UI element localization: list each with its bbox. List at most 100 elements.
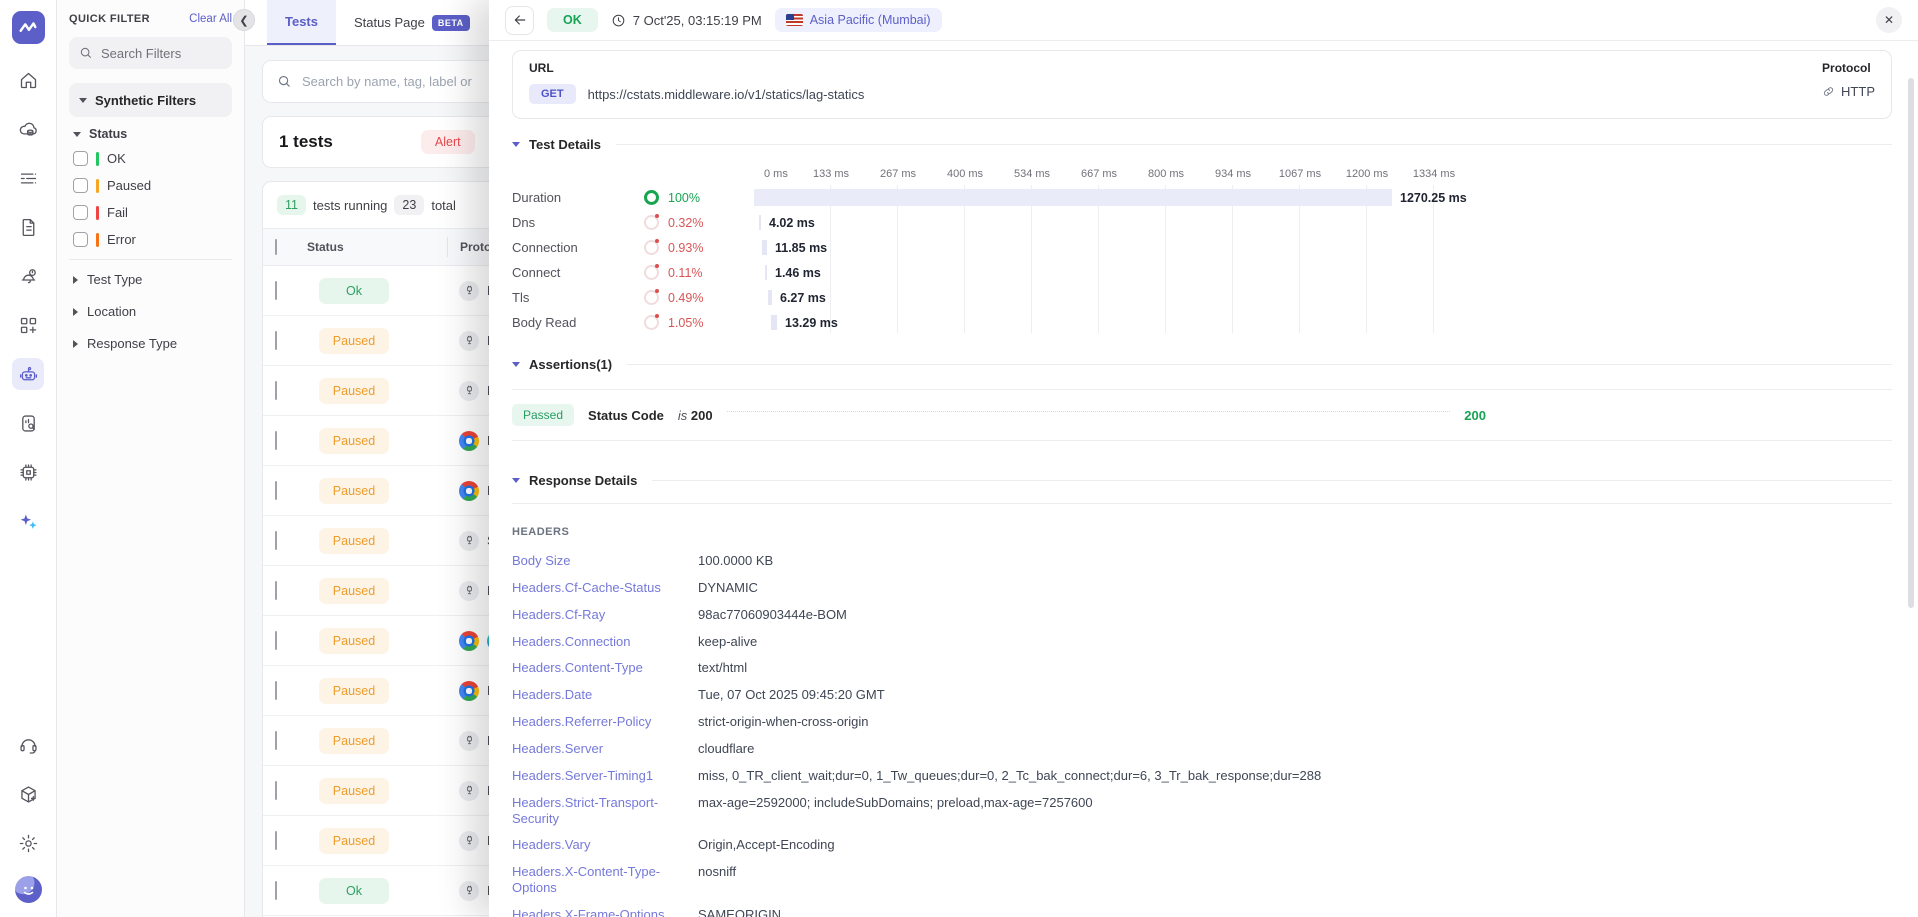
select-all-checkbox[interactable] xyxy=(275,239,277,255)
divider xyxy=(69,259,232,260)
header-key: Headers.Vary xyxy=(512,837,670,853)
header-value: cloudflare xyxy=(698,741,1892,757)
clear-all-link[interactable]: Clear All xyxy=(189,13,232,25)
checkbox[interactable] xyxy=(73,178,88,193)
synthetic-filters-toggle[interactable]: Synthetic Filters xyxy=(69,83,232,117)
metric-percent: 0.93% xyxy=(668,241,754,255)
cloud-cost-icon[interactable] xyxy=(12,113,44,145)
package-add-icon[interactable] xyxy=(12,778,44,810)
status-filter-option[interactable]: Error xyxy=(73,232,232,247)
api-protocol-icon xyxy=(459,731,479,751)
document-icon[interactable] xyxy=(12,211,44,243)
waterfall-row: Tls 0.49% 6.27 ms 6.27 ms xyxy=(512,285,1892,310)
beta-badge: BETA xyxy=(432,15,470,31)
axis-tick-label: 534 ms xyxy=(1014,168,1050,180)
filter-group-label: Response Type xyxy=(87,336,177,351)
header-value: keep-alive xyxy=(698,634,1892,650)
tab-status-page-label: Status Page xyxy=(354,15,425,30)
row-checkbox[interactable] xyxy=(275,881,277,900)
collapsed-filter-groups: Test Type Location Response Type xyxy=(69,272,232,351)
header-key: Headers.X-Frame-Options xyxy=(512,907,670,917)
tab-tests[interactable]: Tests xyxy=(267,0,336,45)
row-checkbox[interactable] xyxy=(275,431,277,450)
api-protocol-icon xyxy=(459,881,479,901)
row-checkbox[interactable] xyxy=(275,281,277,300)
device-search-icon[interactable] xyxy=(12,407,44,439)
test-details-section-toggle[interactable]: Test Details xyxy=(512,137,1892,152)
api-protocol-icon xyxy=(459,781,479,801)
home-icon[interactable] xyxy=(12,64,44,96)
row-checkbox[interactable] xyxy=(275,481,277,500)
checkbox[interactable] xyxy=(73,205,88,220)
row-checkbox[interactable] xyxy=(275,381,277,400)
settings-gear-icon[interactable] xyxy=(12,827,44,859)
status-filter-option[interactable]: OK xyxy=(73,151,232,166)
status-filter-option[interactable]: Paused xyxy=(73,178,232,193)
assertion-actual-value: 200 xyxy=(1464,408,1486,423)
axis-tick-label: 667 ms xyxy=(1081,168,1117,180)
api-protocol-icon xyxy=(459,831,479,851)
collapse-panel-button[interactable]: ❮ xyxy=(233,9,255,31)
filter-group-toggle[interactable]: Response Type xyxy=(73,336,232,351)
metric-percent: 0.11% xyxy=(668,266,754,280)
header-key: Headers.Server xyxy=(512,741,670,757)
header-row: Headers.Date Tue, 07 Oct 2025 09:45:20 G… xyxy=(512,687,1892,703)
filter-group-toggle[interactable]: Test Type xyxy=(73,272,232,287)
support-headset-icon[interactable] xyxy=(12,729,44,761)
ai-sparkles-icon[interactable] xyxy=(12,505,44,537)
waterfall-row: Connect 0.11% 1.46 ms 1.46 ms xyxy=(512,260,1892,285)
axis-tick-label: 400 ms xyxy=(947,168,983,180)
header-row: Headers.Cf-Cache-Status DYNAMIC xyxy=(512,580,1892,596)
row-checkbox[interactable] xyxy=(275,631,277,650)
metric-percent: 1.05% xyxy=(668,316,754,330)
integrations-add-icon[interactable] xyxy=(12,309,44,341)
row-checkbox[interactable] xyxy=(275,331,277,350)
api-protocol-icon xyxy=(459,581,479,601)
close-panel-button[interactable]: ✕ xyxy=(1876,7,1902,33)
run-status-badge: OK xyxy=(547,8,598,32)
status-badge: Ok xyxy=(319,278,389,304)
row-checkbox[interactable] xyxy=(275,731,277,750)
metric-label: Dns xyxy=(512,215,644,230)
panel-scrollbar-thumb[interactable] xyxy=(1908,78,1914,608)
header-key: Headers.Connection xyxy=(512,634,670,650)
row-checkbox[interactable] xyxy=(275,531,277,550)
row-checkbox[interactable] xyxy=(275,831,277,850)
axis-tick-label: 1067 ms xyxy=(1279,168,1321,180)
location-pill[interactable]: Asia Pacific (Mumbai) xyxy=(775,8,942,32)
logs-icon[interactable] xyxy=(12,162,44,194)
quick-filter-title: QUICK FILTER xyxy=(69,13,150,25)
cpu-chip-icon[interactable] xyxy=(12,456,44,488)
metric-label: Connect xyxy=(512,265,644,280)
row-checkbox[interactable] xyxy=(275,581,277,600)
middleware-logo[interactable] xyxy=(12,11,45,44)
assertions-section-toggle[interactable]: Assertions(1) xyxy=(512,357,1892,372)
checkbox[interactable] xyxy=(73,232,88,247)
percent-donut-icon xyxy=(644,190,659,205)
chrome-icon xyxy=(459,631,479,651)
filter-search-input[interactable]: Search Filters xyxy=(69,37,232,69)
tab-status-page[interactable]: Status Page BETA xyxy=(336,0,488,45)
chevron-right-icon xyxy=(73,308,78,316)
synthetic-tests-robot-icon[interactable] xyxy=(12,358,44,390)
back-button[interactable] xyxy=(505,6,534,35)
api-protocol-icon xyxy=(459,331,479,351)
status-group-toggle[interactable]: Status xyxy=(73,127,232,141)
metric-value: 6.27 ms xyxy=(780,291,826,305)
alert-filter-chip[interactable]: Alert xyxy=(421,130,475,154)
assertion-name: Status Code xyxy=(588,408,664,423)
row-checkbox[interactable] xyxy=(275,781,277,800)
user-avatar[interactable] xyxy=(15,876,42,903)
checkbox[interactable] xyxy=(73,151,88,166)
filter-group-toggle[interactable]: Location xyxy=(73,304,232,319)
alerts-bell-icon[interactable] xyxy=(12,260,44,292)
header-row: Headers.Referrer-Policy strict-origin-wh… xyxy=(512,714,1892,730)
response-details-section-toggle[interactable]: Response Details xyxy=(512,473,1892,488)
header-value: Tue, 07 Oct 2025 09:45:20 GMT xyxy=(698,687,1892,703)
status-filter-label: Error xyxy=(107,232,136,247)
status-filter-option[interactable]: Fail xyxy=(73,205,232,220)
assertion-condition: is 200 xyxy=(678,408,713,423)
status-color-bar xyxy=(96,206,99,220)
assertion-result-badge: Passed xyxy=(512,404,574,426)
row-checkbox[interactable] xyxy=(275,681,277,700)
